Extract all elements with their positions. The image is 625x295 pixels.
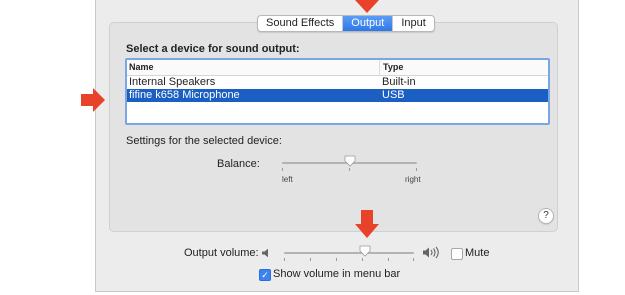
output-volume-label: Output volume: <box>184 247 259 259</box>
tab-input[interactable]: Input <box>393 16 433 31</box>
balance-left-label: left <box>282 175 293 184</box>
speaker-high-icon[interactable] <box>422 246 444 259</box>
volume-track <box>284 252 414 254</box>
tab-output[interactable]: Output <box>343 16 394 31</box>
device-name: fifine k658 Microphone <box>129 89 240 101</box>
show-volume-menu-bar-label: Show volume in menu bar <box>273 268 401 280</box>
output-volume-slider[interactable] <box>284 245 414 261</box>
show-volume-checkbox[interactable]: ✓ <box>259 269 271 281</box>
column-header-name[interactable]: Name <box>127 60 379 75</box>
device-name: Internal Speakers <box>129 76 216 88</box>
settings-label: Settings for the selected device: <box>126 135 282 147</box>
table-row-selected[interactable]: fifine k658 Microphone USB <box>127 89 548 102</box>
red-arrow-annotation-left <box>81 88 105 112</box>
volume-tick <box>362 258 363 261</box>
tab-bar: Sound Effects Output Input <box>257 15 435 32</box>
output-panel: Select a device for sound output: Name T… <box>109 22 558 232</box>
balance-tick <box>282 168 283 171</box>
volume-thumb[interactable] <box>359 245 371 257</box>
help-icon[interactable]: ? <box>538 208 554 224</box>
section-title: Select a device for sound output: <box>126 43 300 55</box>
mute-label: Mute <box>465 247 490 259</box>
red-arrow-annotation-top <box>355 0 379 13</box>
column-header-type[interactable]: Type <box>379 60 548 75</box>
volume-tick <box>388 258 389 261</box>
balance-tick <box>416 168 417 171</box>
table-header: Name Type <box>127 60 548 76</box>
device-type: Built-in <box>382 76 416 88</box>
balance-label: Balance: <box>217 158 260 170</box>
balance-slider[interactable] <box>282 155 417 171</box>
balance-thumb[interactable] <box>344 155 356 167</box>
balance-right-label: right <box>405 175 421 184</box>
volume-tick <box>310 258 311 261</box>
speaker-low-icon[interactable] <box>261 248 271 258</box>
tab-sound-effects[interactable]: Sound Effects <box>258 16 344 31</box>
volume-tick <box>336 258 337 261</box>
device-type: USB <box>382 89 405 101</box>
volume-tick <box>413 258 414 261</box>
sound-preferences-window: Sound Effects Output Input Select a devi… <box>95 0 579 292</box>
table-row[interactable]: Internal Speakers Built-in <box>127 76 548 89</box>
volume-tick <box>284 258 285 261</box>
device-table[interactable]: Name Type Internal Speakers Built-in fif… <box>125 58 550 125</box>
checkmark-icon: ✓ <box>261 270 269 280</box>
balance-tick <box>349 168 350 171</box>
red-arrow-annotation-volume <box>355 210 379 238</box>
mute-checkbox[interactable] <box>451 248 463 260</box>
